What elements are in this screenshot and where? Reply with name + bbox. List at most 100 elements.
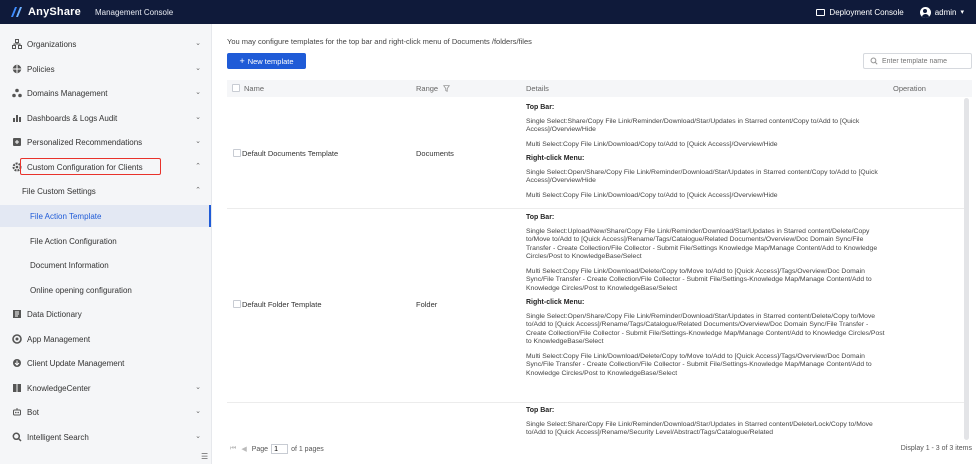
- org-icon: [12, 39, 22, 49]
- right-click-heading: Right-click Menu:: [526, 155, 585, 162]
- brand-name: AnyShare: [28, 6, 81, 18]
- column-details: Details: [526, 84, 549, 93]
- sidebar-item-label: File Custom Settings: [22, 186, 96, 196]
- sidebar-item-file-custom-settings[interactable]: File Custom Settings ⌃: [0, 180, 211, 202]
- top-bar-multi: Multi Select:Copy File Link/Download/Cop…: [526, 140, 778, 148]
- sidebar-item-dashboards[interactable]: Dashboards & Logs Audit ⌄: [0, 107, 211, 129]
- search-box[interactable]: [863, 53, 972, 69]
- monitor-icon: [816, 8, 826, 16]
- sidebar-item-client-update[interactable]: Client Update Management: [0, 352, 211, 374]
- first-page-icon[interactable]: ⏮: [230, 445, 236, 453]
- console-title: Management Console: [94, 7, 174, 17]
- table-row: Default Documents Template Documents Top…: [227, 98, 967, 209]
- sidebar-item-label: KnowledgeCenter: [27, 383, 91, 393]
- right-click-multi: Multi Select:Copy File Link/Download/Del…: [526, 352, 872, 377]
- table-header: Name Range Details Operation: [227, 80, 972, 97]
- template-details: Top Bar: Single Select:Upload/New/Share/…: [526, 214, 886, 384]
- page-label: Page: [251, 445, 269, 453]
- page-description: You may configure templates for the top …: [227, 37, 532, 46]
- dictionary-icon: [12, 309, 22, 319]
- sidebar-item-label: Domains Management: [27, 88, 108, 98]
- update-icon: [12, 358, 22, 368]
- filter-icon[interactable]: [443, 85, 451, 92]
- bot-icon: [12, 407, 22, 417]
- deployment-console-link[interactable]: Deployment Console: [816, 7, 904, 17]
- book-icon: [12, 383, 22, 393]
- prev-page-icon[interactable]: ◀: [241, 445, 246, 453]
- anyshare-logo-icon: [10, 6, 24, 18]
- chevron-down-icon: ⌄: [195, 114, 201, 121]
- sidebar-item-recommendations[interactable]: Personalized Recommendations ⌄: [0, 131, 211, 153]
- top-bar-heading: Top Bar:: [526, 407, 555, 414]
- top-bar-single: Single Select:Share/Copy File Link/Remin…: [526, 420, 873, 437]
- chevron-down-icon: ⌄: [195, 433, 201, 440]
- row-checkbox[interactable]: [233, 300, 241, 308]
- new-template-button[interactable]: + New template: [227, 53, 306, 69]
- template-details: Top Bar: Single Select:Share/Copy File L…: [526, 407, 886, 440]
- recommend-icon: [12, 137, 22, 147]
- right-click-single: Single Select:Open/Share/Copy File Link/…: [526, 168, 878, 185]
- select-all-checkbox[interactable]: [232, 84, 240, 92]
- sidebar-item-label: File Action Configuration: [30, 236, 117, 246]
- template-name: Default Folder Template: [242, 300, 322, 309]
- sidebar-item-domains[interactable]: Domains Management ⌄: [0, 82, 211, 104]
- top-bar-single: Single Select:Share/Copy File Link/Remin…: [526, 117, 860, 134]
- sidebar-item-label: Organizations: [27, 39, 77, 49]
- search-input[interactable]: [882, 57, 962, 65]
- main-content: You may configure templates for the top …: [212, 24, 976, 464]
- pagination: ⏮ ◀ Page of 1 pages: [230, 444, 324, 454]
- sidebar-item-organizations[interactable]: Organizations ⌄: [0, 33, 211, 55]
- top-bar-multi: Multi Select:Copy File Link/Download/Del…: [526, 267, 872, 292]
- right-click-multi: Multi Select:Copy File Link/Download/Cop…: [526, 191, 778, 199]
- sidebar-item-label: Personalized Recommendations: [27, 137, 143, 147]
- domain-icon: [12, 88, 22, 98]
- chart-icon: [12, 113, 22, 123]
- sidebar-item-label: Policies: [27, 64, 55, 74]
- column-name: Name: [244, 84, 265, 93]
- highlight-annotation: [20, 158, 161, 175]
- deployment-console-label: Deployment Console: [829, 7, 904, 17]
- sidebar-item-label: Online opening configuration: [30, 285, 132, 295]
- sidebar-item-app-management[interactable]: App Management: [0, 328, 211, 350]
- user-menu[interactable]: admin ▾: [919, 6, 964, 18]
- sidebar-item-knowledge-center[interactable]: KnowledgeCenter ⌄: [0, 377, 211, 399]
- row-checkbox[interactable]: [233, 149, 241, 157]
- template-details: Top Bar: Single Select:Share/Copy File L…: [526, 104, 886, 206]
- chevron-down-icon: ⌄: [195, 384, 201, 391]
- table-scrollbar[interactable]: [964, 98, 969, 440]
- sidebar-item-online-opening[interactable]: Online opening configuration: [0, 279, 211, 301]
- table-row: Default Folder Template Folder Top Bar: …: [227, 209, 967, 403]
- template-range: Folder: [416, 300, 438, 309]
- user-name: admin: [934, 7, 957, 17]
- sidebar-item-file-action-template[interactable]: File Action Template: [0, 205, 211, 227]
- chevron-down-icon: ⌄: [195, 40, 201, 47]
- collapse-sidebar-icon[interactable]: ☰: [201, 452, 208, 461]
- right-click-single: Single Select:Open/Share/Copy File Link/…: [526, 312, 885, 346]
- top-bar-single: Single Select:Upload/New/Share/Copy File…: [526, 227, 878, 261]
- chevron-down-icon: ▾: [960, 9, 964, 16]
- column-range: Range: [416, 84, 451, 93]
- chevron-up-icon: ⌃: [195, 163, 201, 170]
- chevron-down-icon: ⌄: [195, 408, 201, 415]
- sidebar-item-label: App Management: [27, 334, 91, 344]
- page-number-input[interactable]: [271, 444, 289, 454]
- chevron-down-icon: ⌄: [195, 65, 201, 72]
- column-operation: Operation: [893, 84, 926, 93]
- sidebar-item-policies[interactable]: Policies ⌄: [0, 58, 211, 80]
- sidebar-item-data-dictionary[interactable]: Data Dictionary: [0, 303, 211, 325]
- sidebar-item-document-information[interactable]: Document Information: [0, 254, 211, 276]
- logo[interactable]: AnyShare: [10, 6, 81, 18]
- selected-indicator: [209, 205, 211, 227]
- sidebar-item-file-action-configuration[interactable]: File Action Configuration: [0, 230, 211, 252]
- top-bar-heading: Top Bar:: [526, 214, 555, 221]
- table-footer: ⏮ ◀ Page of 1 pages Display 1 - 3 of 3 i…: [227, 442, 972, 456]
- plus-icon: +: [239, 56, 245, 66]
- chevron-up-icon: ⌃: [195, 187, 201, 194]
- new-template-label: New template: [247, 56, 294, 66]
- avatar-icon: [919, 6, 931, 18]
- policy-icon: [12, 64, 22, 74]
- sidebar-item-bot[interactable]: Bot ⌄: [0, 401, 211, 423]
- sidebar-item-label: Client Update Management: [27, 358, 125, 368]
- sidebar-item-label: Bot: [27, 407, 40, 417]
- sidebar-item-intelligent-search[interactable]: Intelligent Search ⌄: [0, 426, 211, 448]
